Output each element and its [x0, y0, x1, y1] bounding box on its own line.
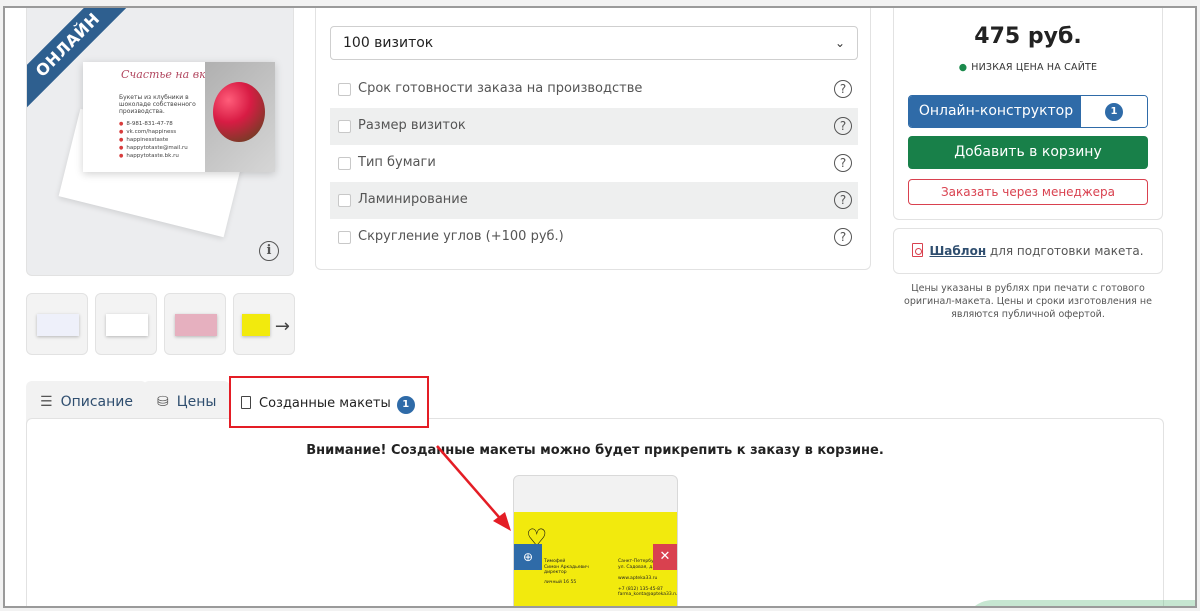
- chat-widget-edge[interactable]: [963, 600, 1195, 606]
- page-frame: ОНЛАЙН Счастье на вкус Букеты из клубник…: [3, 6, 1197, 608]
- annotation-arrow: [436, 445, 511, 531]
